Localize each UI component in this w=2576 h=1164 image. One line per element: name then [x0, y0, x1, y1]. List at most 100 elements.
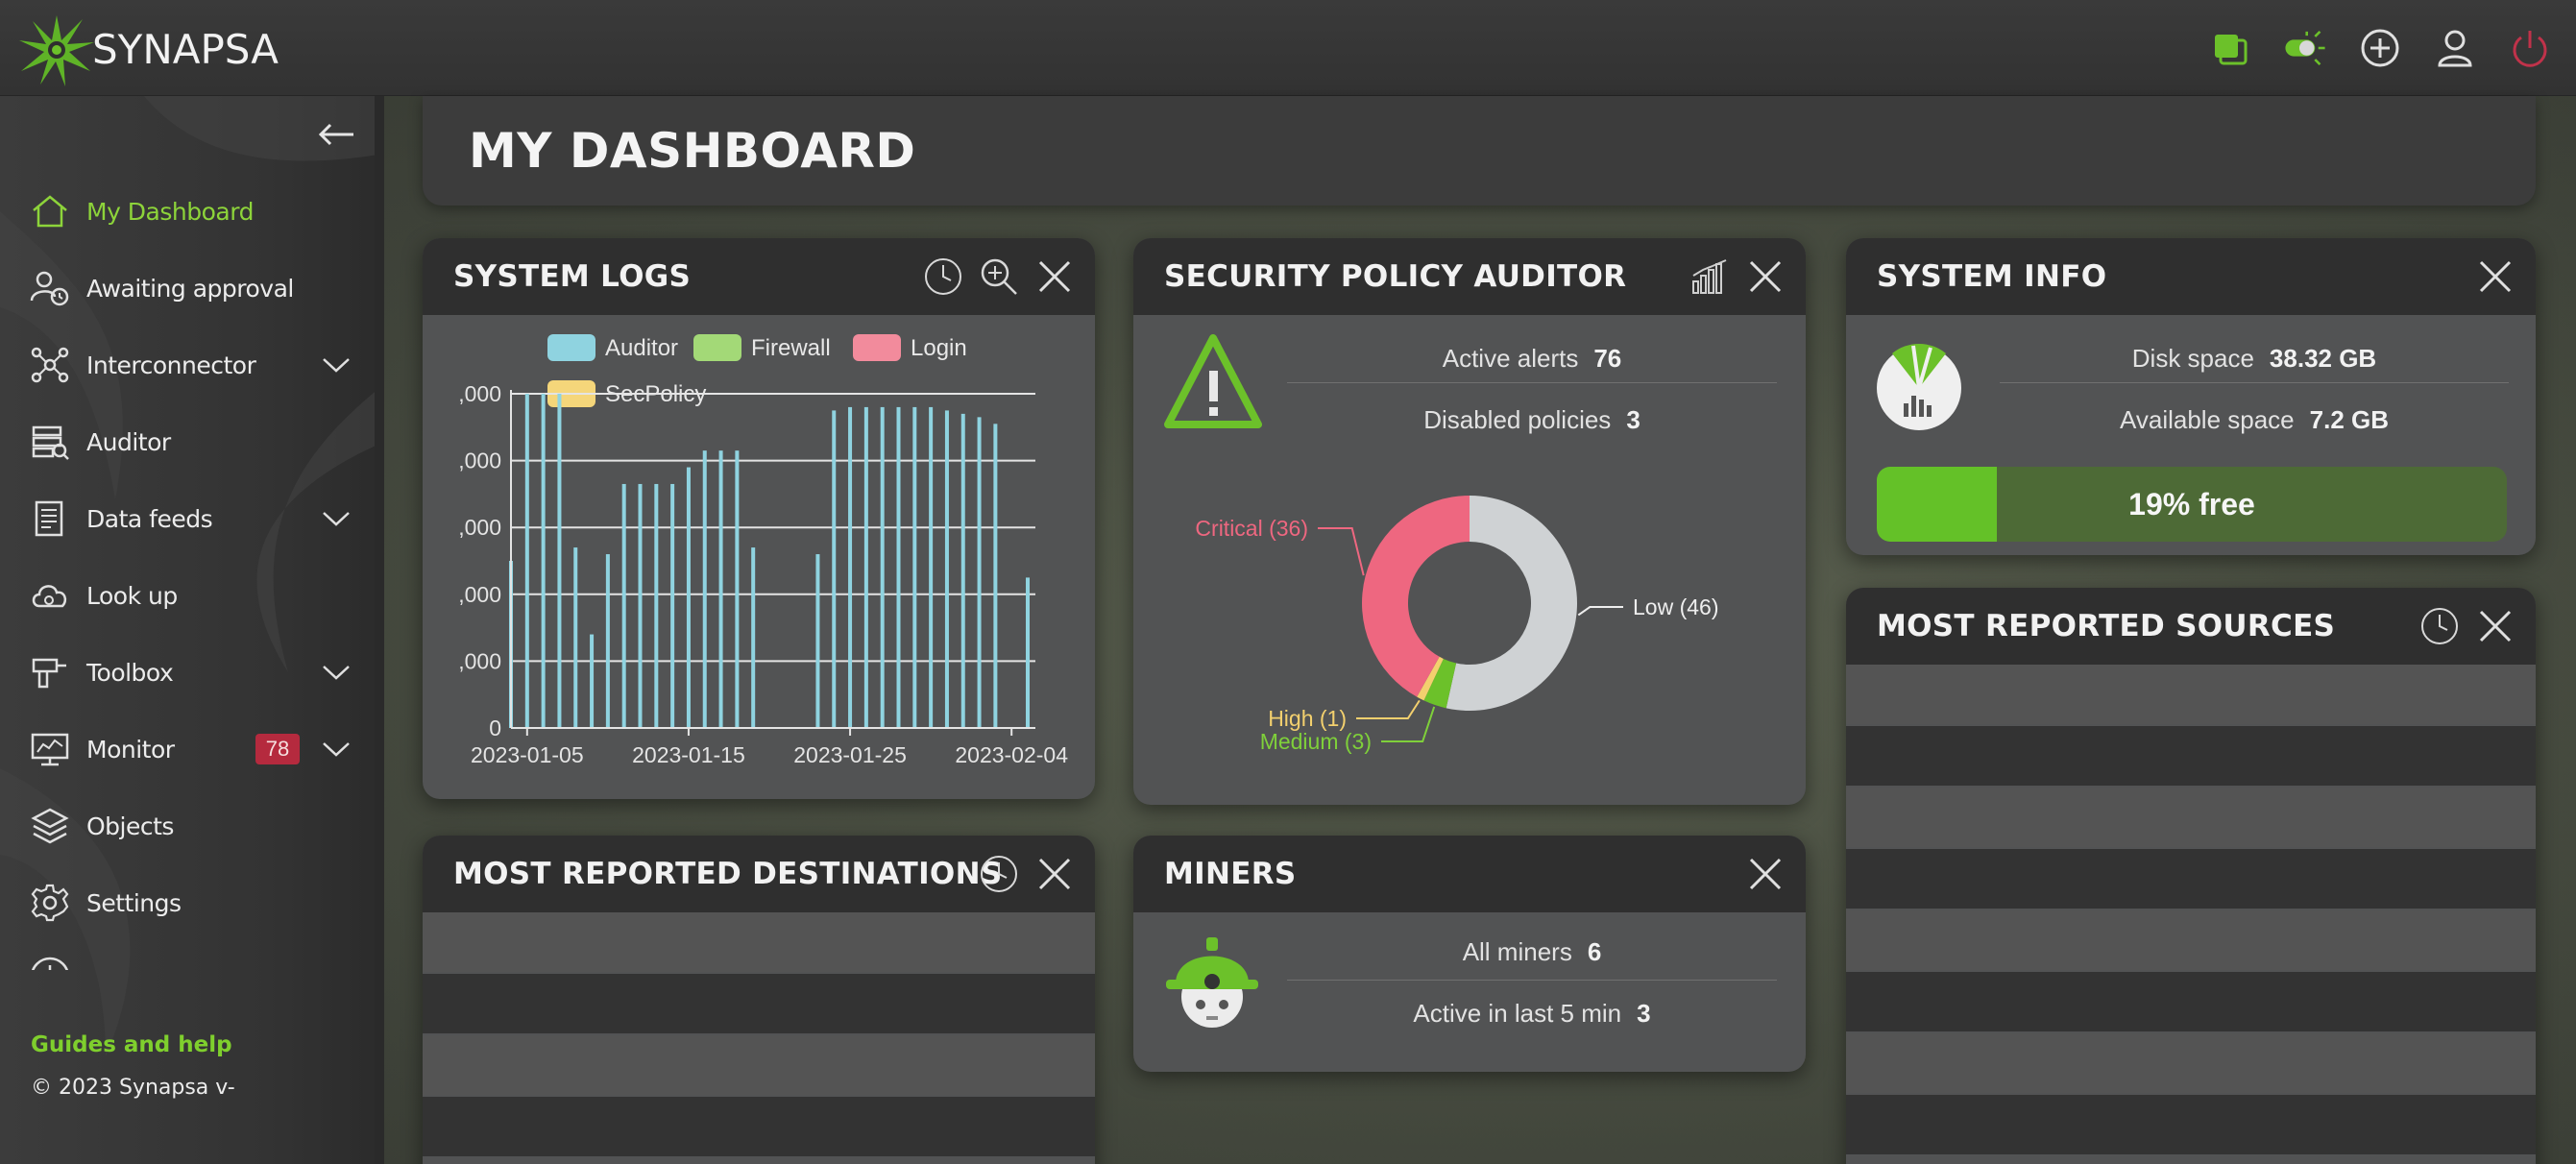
bar[interactable]: [1026, 577, 1030, 728]
list-row[interactable]: [1846, 849, 2536, 909]
close-icon[interactable]: [1744, 255, 1786, 298]
chevron-down-icon[interactable]: [321, 503, 352, 534]
bar[interactable]: [702, 450, 707, 728]
sidebar-item-my-dashboard[interactable]: My Dashboard: [0, 173, 375, 250]
sidebar-item-partial[interactable]: [0, 941, 375, 970]
list-row[interactable]: [1846, 972, 2536, 1031]
sidebar-item-interconnector[interactable]: Interconnector: [0, 327, 375, 403]
free-space-progress: 19% free: [1877, 467, 2507, 542]
all-miners-row: All miners 6: [1287, 928, 1777, 976]
legend-item[interactable]: Auditor: [547, 334, 678, 361]
donut-label: Critical (36): [1195, 516, 1308, 541]
widget-title: SYSTEM LOGS: [453, 259, 692, 294]
sidebar-item-label: Auditor: [86, 427, 171, 456]
bar[interactable]: [880, 406, 885, 728]
bar[interactable]: [929, 406, 934, 728]
bar[interactable]: [735, 450, 740, 728]
widget-tools: [2418, 605, 2516, 647]
sidebar-item-objects[interactable]: Objects: [0, 788, 375, 864]
close-icon[interactable]: [1744, 853, 1786, 895]
close-icon[interactable]: [2474, 255, 2516, 298]
bar[interactable]: [605, 554, 610, 728]
list-row[interactable]: [423, 1097, 1095, 1156]
power-icon[interactable]: [2505, 23, 2555, 73]
clock-icon[interactable]: [2418, 605, 2461, 647]
bar[interactable]: [621, 483, 626, 728]
active-alerts-label: Active alerts: [1442, 343, 1579, 373]
list-row[interactable]: [423, 974, 1095, 1033]
bar[interactable]: [718, 450, 723, 728]
bar[interactable]: [686, 467, 691, 728]
chevron-down-icon[interactable]: [321, 350, 352, 380]
list-row[interactable]: [1846, 910, 2536, 970]
list-row[interactable]: [1846, 788, 2536, 847]
list-row[interactable]: [1846, 665, 2536, 724]
list-row[interactable]: [1846, 1033, 2536, 1093]
logo[interactable]: SYNAPSA: [15, 8, 279, 90]
zoom-in-icon[interactable]: [978, 255, 1020, 298]
sidebar-item-auditor[interactable]: Auditor: [0, 403, 375, 480]
bar[interactable]: [670, 483, 675, 728]
sidebar-item-toolbox[interactable]: Toolbox: [0, 634, 375, 711]
list-row[interactable]: [423, 912, 1095, 972]
widget-header: SYSTEM INFO: [1846, 238, 2536, 315]
bar[interactable]: [654, 483, 659, 728]
theme-toggle-icon[interactable]: [2280, 23, 2330, 73]
bar[interactable]: [944, 410, 949, 728]
bar[interactable]: [848, 406, 853, 728]
bar[interactable]: [993, 424, 998, 728]
add-icon[interactable]: [2355, 23, 2405, 73]
bar[interactable]: [638, 483, 643, 728]
bar[interactable]: [751, 547, 756, 728]
bar[interactable]: [977, 417, 982, 728]
bar[interactable]: [573, 547, 578, 728]
guides-and-help-link[interactable]: Guides and help: [31, 1032, 232, 1057]
sidebar-item-look-up[interactable]: Look up: [0, 557, 375, 634]
widget-tools: [978, 853, 1076, 895]
close-icon[interactable]: [1033, 255, 1076, 298]
bar[interactable]: [912, 406, 917, 728]
legend-item[interactable]: Firewall: [693, 334, 831, 361]
bar-chart-icon[interactable]: [1689, 255, 1731, 298]
legend-swatch: [853, 334, 901, 361]
sidebar-item-monitor[interactable]: Monitor 78: [0, 711, 375, 788]
sidebar-item-label: Data feeds: [86, 504, 213, 533]
drill-icon: [29, 651, 71, 693]
sidebar-item-settings[interactable]: Settings: [0, 864, 375, 941]
list-row[interactable]: [1846, 726, 2536, 786]
widget-title: SECURITY POLICY AUDITOR: [1164, 259, 1627, 294]
bar[interactable]: [524, 394, 529, 728]
donut-leader-line: [1318, 527, 1365, 576]
legend-item[interactable]: Login: [853, 334, 967, 361]
clock-icon[interactable]: [922, 255, 964, 298]
close-icon[interactable]: [2474, 605, 2516, 647]
sidebar-item-awaiting-approval[interactable]: Awaiting approval: [0, 250, 375, 327]
bar[interactable]: [815, 554, 820, 728]
copyright-text: © 2023 Synapsa v-: [31, 1076, 235, 1100]
window-icon[interactable]: [2205, 23, 2255, 73]
clock-icon[interactable]: [978, 853, 1020, 895]
close-icon[interactable]: [1033, 853, 1076, 895]
free-space-label: 19% free: [2128, 486, 2255, 521]
bar[interactable]: [832, 410, 837, 728]
bar[interactable]: [896, 406, 901, 728]
x-tick-label: 2023-02-04: [955, 742, 1068, 767]
user-icon[interactable]: [2430, 23, 2480, 73]
bar[interactable]: [863, 406, 868, 728]
list-row[interactable]: [423, 1035, 1095, 1095]
donut-leader-line: [1356, 699, 1421, 719]
chevron-down-icon[interactable]: [321, 734, 352, 764]
bar[interactable]: [557, 394, 562, 728]
most-reported-destinations-widget: MOST REPORTED DESTINATIONS: [423, 836, 1095, 1164]
bar[interactable]: [590, 634, 595, 728]
chart-bars: [509, 394, 1030, 728]
sidebar-item-data-feeds[interactable]: Data feeds: [0, 480, 375, 557]
bar[interactable]: [960, 413, 965, 728]
chevron-down-icon[interactable]: [321, 657, 352, 688]
collapse-sidebar-button[interactable]: [315, 113, 357, 156]
y-tick-label: 0: [489, 715, 501, 740]
list-row[interactable]: [1846, 1095, 2536, 1154]
active-alerts-row: Active alerts 76: [1287, 334, 1777, 382]
divider: [2000, 382, 2509, 383]
bar[interactable]: [541, 394, 546, 728]
